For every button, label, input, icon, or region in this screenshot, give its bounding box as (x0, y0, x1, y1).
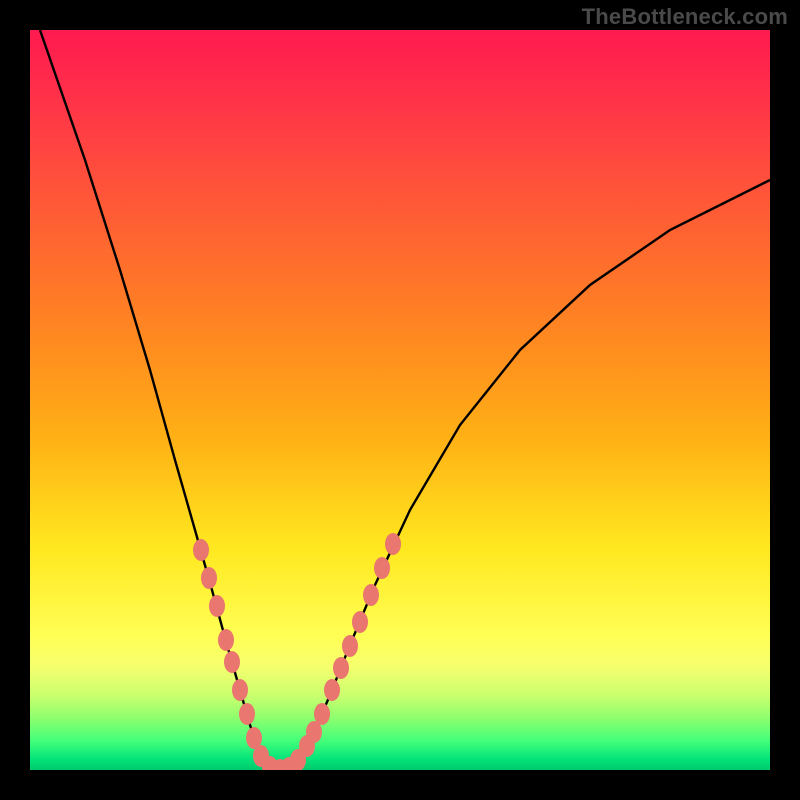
data-marker (201, 567, 217, 589)
data-marker (385, 533, 401, 555)
data-marker (363, 584, 379, 606)
curve-layer (30, 30, 770, 770)
data-marker (324, 679, 340, 701)
plot-area (30, 30, 770, 770)
data-marker (352, 611, 368, 633)
data-marker (193, 539, 209, 561)
chart-frame: TheBottleneck.com (0, 0, 800, 800)
data-marker (218, 629, 234, 651)
curve-right-branch (285, 180, 770, 770)
data-marker (224, 651, 240, 673)
curve-left-branch (40, 30, 275, 770)
data-marker (314, 703, 330, 725)
data-marker (209, 595, 225, 617)
attribution-label: TheBottleneck.com (582, 4, 788, 30)
data-marker (333, 657, 349, 679)
data-marker (342, 635, 358, 657)
data-marker (239, 703, 255, 725)
marker-group (193, 533, 401, 770)
data-marker (374, 557, 390, 579)
data-marker (232, 679, 248, 701)
